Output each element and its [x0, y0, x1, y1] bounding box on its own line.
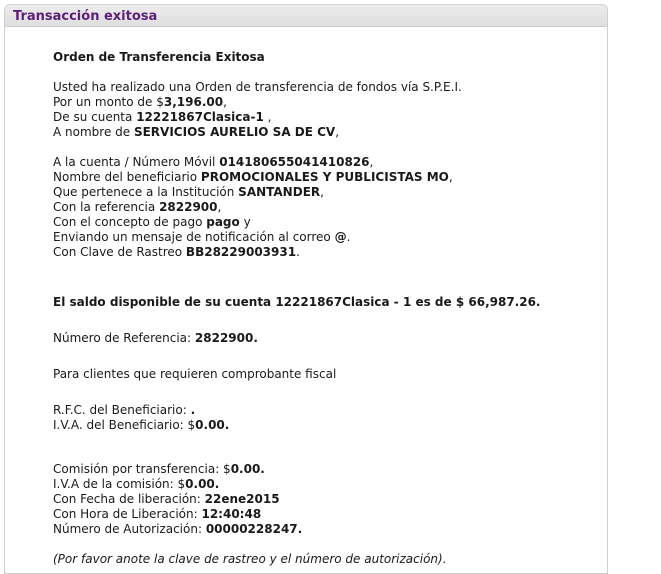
- beneficiary-iva-line: I.V.A. del Beneficiario: $0.00.: [53, 418, 230, 432]
- reference-line: Con la referencia 2822900,: [53, 200, 222, 214]
- release-time-value: 12:40:48: [201, 507, 262, 521]
- order-intro: Usted ha realizado una Orden de transfer…: [53, 80, 462, 94]
- release-date-value: 22ene2015: [204, 492, 280, 506]
- amount-line: Por un monto de $3,196.00,: [53, 95, 227, 109]
- commission-value: 0.00.: [230, 462, 265, 476]
- concept-value: pago: [206, 215, 240, 229]
- receipt-content: Orden de Transferencia Exitosa Usted ha …: [53, 50, 593, 567]
- email-line: Enviando un mensaje de notificación al c…: [53, 230, 351, 244]
- institution-value: SANTANDER: [238, 185, 321, 199]
- email-value: @: [334, 230, 347, 244]
- account-holder-line: A nombre de SERVICIOS AURELIO SA DE CV,: [53, 125, 340, 139]
- beneficiary-value: PROMOCIONALES Y PUBLICISTAS MO: [200, 170, 449, 184]
- release-date-line: Con Fecha de liberación: 22ene2015: [53, 492, 280, 506]
- institution-line: Que pertenece a la Institución SANTANDER…: [53, 185, 324, 199]
- source-account-value: 12221867Clasica-1: [136, 110, 264, 124]
- reference-number-line: Número de Referencia: 2822900.: [53, 331, 258, 345]
- account-holder-value: SERVICIOS AURELIO SA DE CV: [133, 125, 336, 139]
- beneficiary-line: Nombre del beneficiario PROMOCIONALES Y …: [53, 170, 453, 184]
- balance-line: El saldo disponible de su cuenta 1222186…: [53, 295, 541, 309]
- release-time-line: Con Hora de Liberación: 12:40:48: [53, 507, 262, 521]
- rfc-line: R.F.C. del Beneficiario: .: [53, 403, 196, 417]
- beneficiary-iva-value: 0.00.: [195, 418, 230, 432]
- authorization-value: 00000228247.: [205, 522, 303, 536]
- destination-account-line: A la cuenta / Número Móvil 0141806550414…: [53, 155, 374, 169]
- commission-iva-value: 0.00.: [185, 477, 220, 491]
- amount-value: 3,196.00: [163, 95, 224, 109]
- panel-title: Transacción exitosa: [13, 9, 158, 24]
- source-account-line: De su cuenta 12221867Clasica-1 ,: [53, 110, 272, 124]
- concept-line: Con el concepto de pago pago y: [53, 215, 251, 229]
- commission-line: Comisión por transferencia: $0.00.: [53, 462, 265, 476]
- destination-account-value: 014180655041410826: [219, 155, 370, 169]
- tracking-value: BB28229003931: [185, 245, 297, 259]
- order-heading: Orden de Transferencia Exitosa: [53, 50, 265, 64]
- rfc-value: .: [190, 403, 196, 417]
- reference-number-value: 2822900.: [194, 331, 258, 345]
- commission-iva-line: I.V.A de la comisión: $0.00.: [53, 477, 220, 491]
- fiscal-note: Para clientes que requieren comprobante …: [53, 367, 337, 381]
- tracking-line: Con Clave de Rastreo BB28229003931.: [53, 245, 300, 259]
- reference-value: 2822900: [159, 200, 218, 214]
- authorization-line: Número de Autorización: 00000228247.: [53, 522, 303, 536]
- footer-note: (Por favor anote la clave de rastreo y e…: [53, 552, 447, 566]
- panel-header: Transacción exitosa: [5, 5, 607, 27]
